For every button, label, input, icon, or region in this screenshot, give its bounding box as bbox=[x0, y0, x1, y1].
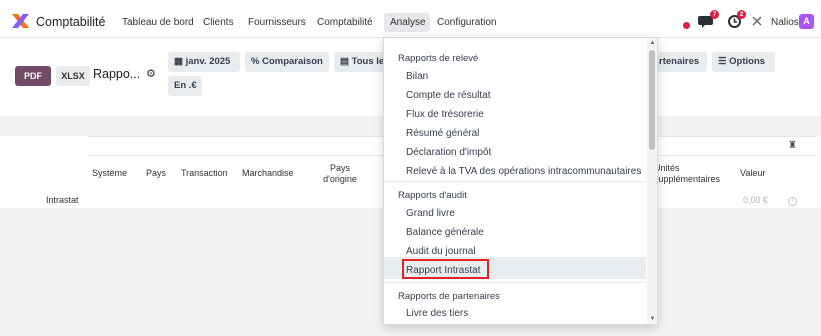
app-name[interactable]: Comptabilité bbox=[36, 15, 105, 29]
menu-item-profit-loss[interactable]: Compte de résultat bbox=[406, 90, 491, 101]
section-header-partner-reports: Rapports de partenaires bbox=[398, 291, 500, 302]
activities-badge: 2 bbox=[737, 10, 746, 19]
column-header-supplementary-units: Unités supplémentaires bbox=[654, 163, 721, 184]
gear-icon[interactable]: ⚙ bbox=[146, 67, 156, 80]
status-dot[interactable] bbox=[683, 22, 690, 29]
date-filter-label: janv. 2025 bbox=[185, 56, 231, 67]
analysis-dropdown-menu: Rapports de relevé Bilan Compte de résul… bbox=[383, 37, 658, 325]
scroll-down-icon[interactable]: ▼ bbox=[647, 316, 657, 322]
info-icon[interactable]: i bbox=[788, 197, 797, 206]
options-button[interactable]: ☰ Options bbox=[712, 52, 775, 72]
column-header-value: Valeur bbox=[740, 168, 766, 178]
menu-item-tax-report[interactable]: Déclaration d'impôt bbox=[406, 147, 491, 158]
options-label: Options bbox=[729, 56, 766, 67]
report-title: Rappo... bbox=[93, 67, 141, 81]
column-header-commodity: Marchandise bbox=[242, 168, 294, 178]
percent-icon: % bbox=[251, 56, 260, 67]
menu-item-ec-sales-list[interactable]: Relevé à la TVA des opérations intracomm… bbox=[406, 166, 641, 177]
section-header-audit-reports: Rapports d'audit bbox=[398, 190, 467, 201]
table-settings-icon[interactable]: ♜ bbox=[788, 140, 797, 151]
menu-customers[interactable]: Clients bbox=[203, 17, 234, 28]
debug-tools-icon[interactable] bbox=[751, 15, 763, 27]
menu-accounting[interactable]: Comptabilité bbox=[317, 17, 373, 28]
menu-item-general-ledger[interactable]: Grand livre bbox=[406, 208, 455, 219]
column-header-transaction: Transaction bbox=[181, 168, 228, 178]
currency-label: En .€ bbox=[174, 80, 197, 91]
partners-button[interactable]: rtenaires bbox=[658, 52, 707, 72]
book-icon: ▤ bbox=[340, 56, 349, 67]
user-avatar[interactable]: A bbox=[799, 14, 814, 29]
menu-item-trial-balance[interactable]: Balance générale bbox=[406, 227, 484, 238]
table-row-label[interactable]: Intrastat bbox=[46, 195, 79, 205]
highlight-red-box bbox=[402, 259, 489, 279]
top-navbar: Comptabilité Tableau de bord Clients Fou… bbox=[0, 0, 821, 38]
date-filter-button[interactable]: ▦ janv. 2025 bbox=[168, 52, 240, 72]
menu-item-balance-sheet[interactable]: Bilan bbox=[406, 71, 428, 82]
column-header-country: Pays bbox=[146, 168, 167, 178]
menu-divider bbox=[384, 181, 646, 182]
menu-item-cash-flow[interactable]: Flux de trésorerie bbox=[406, 109, 484, 120]
menu-item-partner-ledger[interactable]: Livre des tiers bbox=[406, 308, 468, 319]
comparison-label: Comparaison bbox=[262, 56, 323, 67]
table-row-value: 0,00 € bbox=[743, 195, 769, 205]
column-header-system: Système bbox=[92, 168, 128, 178]
menu-item-journal-audit[interactable]: Audit du journal bbox=[406, 246, 476, 257]
accounting-app-icon[interactable] bbox=[12, 14, 29, 28]
partners-label: rtenaires bbox=[659, 56, 700, 67]
section-header-statement-reports: Rapports de relevé bbox=[398, 53, 479, 64]
menu-item-executive-summary[interactable]: Résumé général bbox=[406, 128, 479, 139]
messages-badge: 7 bbox=[710, 10, 719, 19]
currency-button[interactable]: En .€ bbox=[168, 76, 202, 96]
menu-dashboard[interactable]: Tableau de bord bbox=[122, 17, 194, 28]
dropdown-scrollbar-thumb[interactable] bbox=[649, 50, 655, 150]
menu-divider bbox=[384, 282, 646, 283]
calendar-icon: ▦ bbox=[174, 56, 183, 67]
comparison-button[interactable]: % Comparaison bbox=[245, 52, 329, 72]
company-switcher[interactable]: Nalios bbox=[771, 17, 799, 28]
menu-reporting[interactable]: Analyse bbox=[390, 17, 426, 28]
menu-configuration[interactable]: Configuration bbox=[437, 17, 496, 28]
xlsx-button[interactable]: XLSX bbox=[56, 66, 90, 86]
menu-vendors[interactable]: Fournisseurs bbox=[248, 17, 306, 28]
journals-label: Tous le bbox=[351, 56, 385, 67]
options-icon: ☰ bbox=[718, 56, 727, 67]
column-header-origin-country: Pays d'origine bbox=[323, 163, 357, 184]
journals-button[interactable]: ▤ Tous le bbox=[334, 52, 386, 72]
scroll-up-icon[interactable]: ▲ bbox=[647, 40, 657, 46]
pdf-button[interactable]: PDF bbox=[15, 66, 51, 86]
